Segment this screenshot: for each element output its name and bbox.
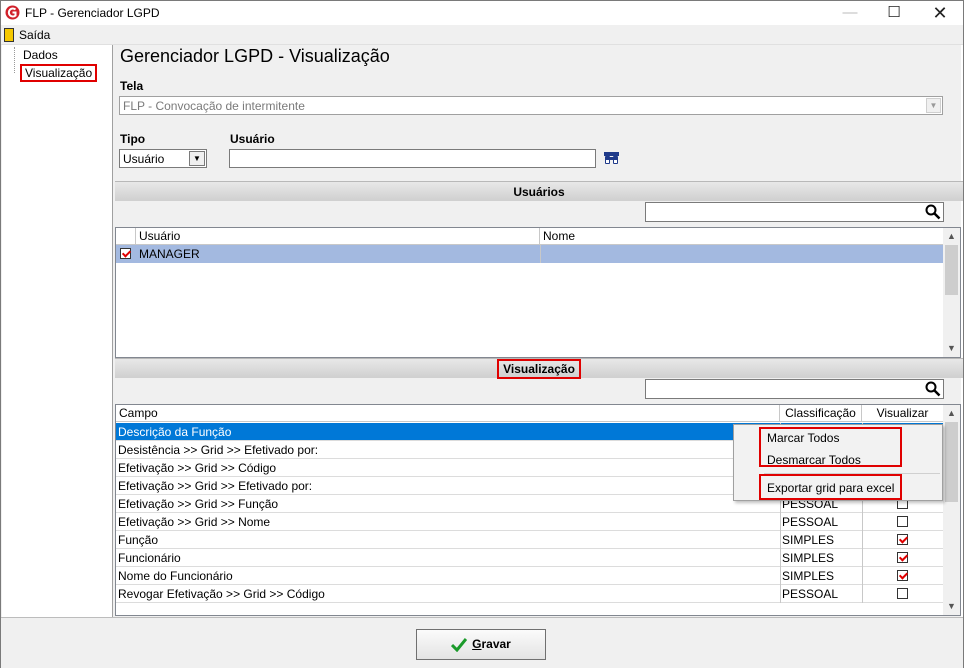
scroll-up-icon[interactable]: ▲ bbox=[943, 228, 960, 245]
visualizacao-section-header: Visualização bbox=[115, 358, 963, 379]
table-row[interactable]: MANAGER bbox=[116, 245, 944, 263]
visualizar-checkbox[interactable] bbox=[897, 552, 908, 563]
column-header-classificacao[interactable]: Classificação bbox=[780, 405, 862, 422]
close-button[interactable]: ✕ bbox=[917, 1, 963, 25]
cell-classificacao: SIMPLES bbox=[782, 569, 835, 583]
scroll-down-icon[interactable]: ▼ bbox=[943, 598, 960, 615]
usuario-input[interactable] bbox=[229, 149, 596, 168]
window-edge bbox=[961, 45, 963, 617]
cell-campo: Nome do Funcionário bbox=[118, 569, 233, 583]
column-header-check[interactable] bbox=[116, 228, 136, 245]
scroll-thumb[interactable] bbox=[945, 245, 958, 295]
column-header-nome[interactable]: Nome bbox=[540, 228, 944, 245]
usuarios-section-header: Usuários bbox=[115, 181, 963, 201]
search-icon[interactable] bbox=[925, 204, 941, 220]
scroll-thumb[interactable] bbox=[945, 422, 958, 502]
scroll-up-icon[interactable]: ▲ bbox=[943, 405, 960, 422]
usuarios-scrollbar[interactable]: ▲ ▼ bbox=[943, 228, 960, 357]
tipo-label: Tipo bbox=[120, 132, 146, 146]
cell-classificacao: PESSOAL bbox=[782, 587, 839, 601]
chevron-down-icon[interactable]: ▼ bbox=[926, 98, 941, 113]
app-logo-icon bbox=[5, 5, 20, 20]
cell-campo: Desistência >> Grid >> Efetivado por: bbox=[118, 443, 319, 457]
cell-campo: Efetivação >> Grid >> Efetivado por: bbox=[118, 479, 313, 493]
gravar-button[interactable]: Gravar bbox=[416, 629, 546, 660]
visualizar-checkbox[interactable] bbox=[897, 516, 908, 527]
tela-select-value: FLP - Convocação de intermitente bbox=[123, 99, 305, 113]
minimize-button[interactable]: — bbox=[827, 1, 873, 25]
cell-campo: Efetivação >> Grid >> Função bbox=[118, 497, 279, 511]
cell-campo: Descrição da Função bbox=[118, 425, 232, 439]
menu-item-saida[interactable]: Saída bbox=[3, 27, 50, 43]
cell-campo: Revogar Efetivação >> Grid >> Código bbox=[118, 587, 325, 601]
cell-classificacao: SIMPLES bbox=[782, 533, 835, 547]
usuarios-search-input[interactable] bbox=[645, 202, 944, 222]
table-row[interactable]: Nome do Funcionário SIMPLES bbox=[116, 567, 944, 585]
cell-campo: Efetivação >> Grid >> Código bbox=[118, 461, 277, 475]
maximize-button[interactable]: ☐ bbox=[871, 1, 917, 25]
column-header-campo[interactable]: Campo bbox=[116, 405, 780, 422]
main-window: FLP - Gerenciador LGPD — ☐ ✕ Saída Dados… bbox=[0, 0, 964, 668]
usuarios-grid: Usuário Nome MANAGER ▲ ▼ bbox=[115, 227, 961, 358]
tela-label: Tela bbox=[120, 79, 144, 93]
window-title: FLP - Gerenciador LGPD bbox=[25, 6, 160, 20]
tipo-select-value: Usuário bbox=[123, 152, 165, 166]
table-row[interactable]: Efetivação >> Grid >> Nome PESSOAL bbox=[116, 513, 944, 531]
visualizar-checkbox[interactable] bbox=[897, 570, 908, 581]
cell-campo: Funcionário bbox=[118, 551, 181, 565]
visualizacao-search-input[interactable] bbox=[645, 379, 944, 399]
cell-classificacao: SIMPLES bbox=[782, 551, 835, 565]
binoculars-search-icon[interactable] bbox=[603, 151, 620, 167]
usuario-label: Usuário bbox=[230, 132, 275, 146]
cell-classificacao: PESSOAL bbox=[782, 515, 839, 529]
cell-usuario: MANAGER bbox=[139, 247, 200, 261]
navigation-tree: Dados Visualização bbox=[2, 45, 113, 617]
table-row[interactable]: Funcionário SIMPLES bbox=[116, 549, 944, 567]
tree-item-visualizacao[interactable]: Visualização bbox=[20, 64, 98, 82]
annotation-highlight-box bbox=[759, 474, 902, 500]
tela-select[interactable]: FLP - Convocação de intermitente ▼ bbox=[119, 96, 943, 115]
chevron-down-icon[interactable]: ▼ bbox=[189, 151, 205, 166]
tree-item-dados[interactable]: Dados bbox=[23, 48, 58, 62]
column-header-usuario[interactable]: Usuário bbox=[136, 228, 540, 245]
column-header-visualizar[interactable]: Visualizar bbox=[862, 405, 944, 422]
menu-bar: Saída bbox=[1, 25, 963, 45]
cell-campo: Efetivação >> Grid >> Nome bbox=[118, 515, 271, 529]
tipo-select[interactable]: Usuário ▼ bbox=[119, 149, 207, 168]
visualizar-checkbox[interactable] bbox=[897, 534, 908, 545]
table-row[interactable]: Revogar Efetivação >> Grid >> Código PESS… bbox=[116, 585, 944, 603]
gravar-button-label: ravar bbox=[481, 637, 511, 651]
checkmark-icon bbox=[451, 637, 468, 652]
visualizacao-section-title: Visualização bbox=[497, 359, 581, 379]
menu-item-saida-label: Saída bbox=[19, 28, 51, 42]
search-icon[interactable] bbox=[925, 381, 941, 397]
row-checkbox[interactable] bbox=[120, 248, 131, 259]
page-title: Gerenciador LGPD - Visualização bbox=[120, 46, 390, 66]
scroll-down-icon[interactable]: ▼ bbox=[943, 340, 960, 357]
exit-door-icon bbox=[4, 28, 14, 42]
cell-campo: Função bbox=[118, 533, 159, 547]
footer-bar: Gravar bbox=[1, 617, 963, 668]
table-row[interactable]: Função SIMPLES bbox=[116, 531, 944, 549]
title-bar: FLP - Gerenciador LGPD — ☐ ✕ bbox=[1, 1, 963, 25]
usuarios-section-title: Usuários bbox=[513, 185, 565, 199]
tree-connector bbox=[14, 47, 15, 73]
visualizar-checkbox[interactable] bbox=[897, 588, 908, 599]
annotation-highlight-box bbox=[759, 427, 902, 467]
visualizacao-scrollbar[interactable]: ▲ ▼ bbox=[943, 405, 960, 615]
